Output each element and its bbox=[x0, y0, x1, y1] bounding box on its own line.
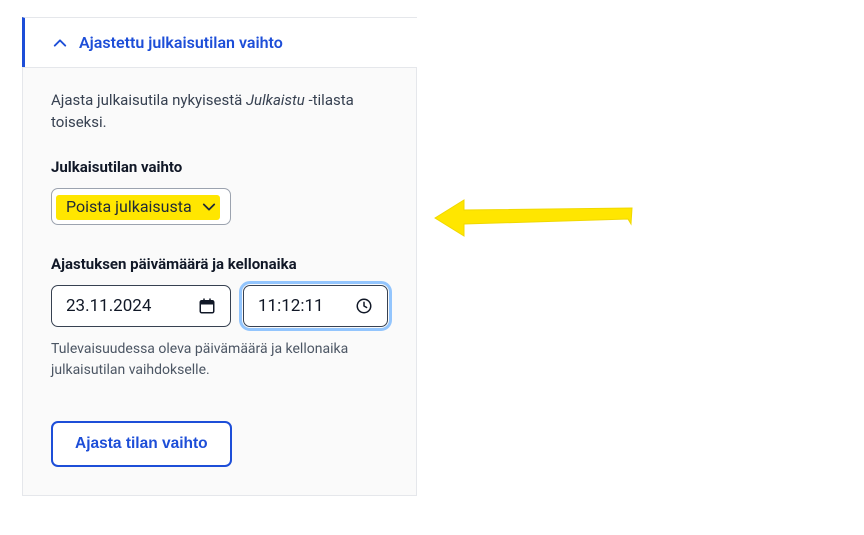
datetime-row: 23.11.2024 11:12:11 bbox=[51, 285, 388, 327]
chevron-up-icon bbox=[53, 36, 67, 50]
schedule-help: Tulevaisuudessa oleva päivämäärä ja kell… bbox=[51, 339, 388, 381]
panel-toggle[interactable]: Ajastettu julkaisutilan vaihto bbox=[22, 17, 417, 67]
state-change-select[interactable]: Poista julkaisusta bbox=[51, 188, 231, 225]
time-value: 11:12:11 bbox=[258, 296, 324, 316]
scheduled-state-change-panel: Ajastettu julkaisutilan vaihto Ajasta ju… bbox=[22, 17, 417, 496]
schedule-label: Ajastuksen päivämäärä ja kellonaika bbox=[51, 255, 388, 273]
schedule-submit-button[interactable]: Ajasta tilan vaihto bbox=[51, 421, 232, 467]
calendar-icon bbox=[198, 297, 216, 315]
time-input[interactable]: 11:12:11 bbox=[243, 285, 388, 327]
date-input[interactable]: 23.11.2024 bbox=[51, 285, 231, 327]
arrow-annotation bbox=[432, 194, 637, 244]
panel-description: Ajasta julkaisutila nykyisestä Julkaistu… bbox=[51, 90, 388, 134]
panel-title: Ajastettu julkaisutilan vaihto bbox=[79, 33, 283, 52]
desc-em: Julkaistu bbox=[246, 91, 305, 109]
clock-icon bbox=[355, 297, 373, 315]
chevron-down-icon bbox=[202, 199, 216, 213]
state-change-value: Poista julkaisusta bbox=[66, 197, 192, 216]
state-change-label: Julkaisutilan vaihto bbox=[51, 158, 388, 176]
panel-body: Ajasta julkaisutila nykyisestä Julkaistu… bbox=[22, 67, 417, 496]
date-value: 23.11.2024 bbox=[66, 296, 151, 316]
desc-prefix: Ajasta julkaisutila nykyisestä bbox=[51, 91, 246, 109]
